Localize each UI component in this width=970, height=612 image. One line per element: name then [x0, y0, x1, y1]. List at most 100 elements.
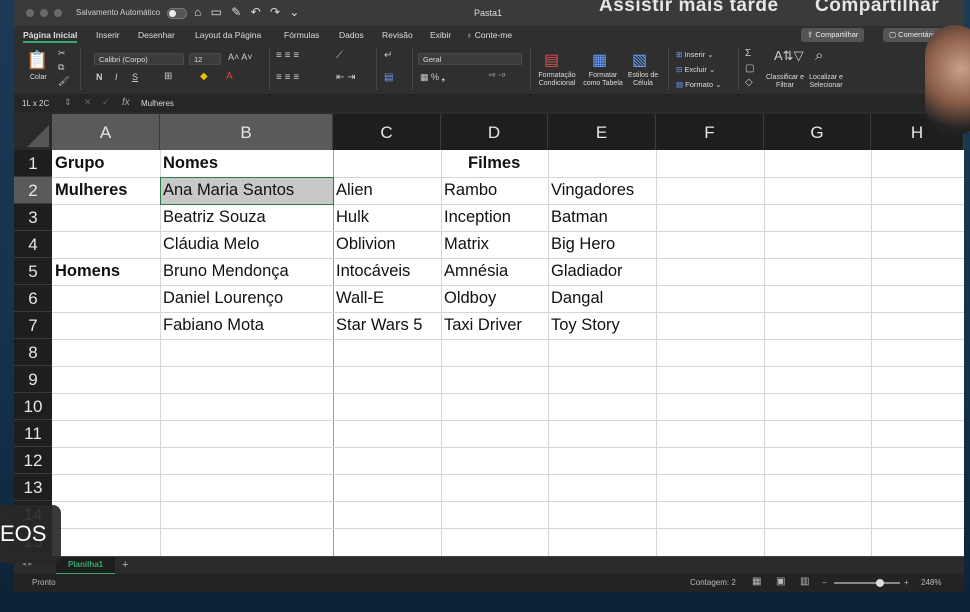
cell-c4[interactable]: Oblivion [333, 235, 396, 254]
format-table-icon[interactable]: ▦ [592, 50, 607, 70]
row-header-4[interactable]: 4 [14, 231, 52, 258]
autosum-icon[interactable]: Σ [745, 48, 751, 59]
view-normal-icon[interactable]: ▦ [752, 576, 761, 587]
cell-c2[interactable]: Alien [333, 181, 373, 200]
column-header-f[interactable]: F [656, 114, 764, 150]
zoom-slider[interactable] [834, 582, 900, 584]
clear-icon[interactable]: ◇ [745, 77, 753, 88]
cell-d4[interactable]: Matrix [441, 235, 489, 254]
view-page-layout-icon[interactable]: ▣ [776, 576, 785, 587]
delete-cells-button[interactable]: ⊟ Excluir ⌄ [676, 65, 715, 74]
bold-button[interactable]: N [96, 72, 103, 82]
cell-c7[interactable]: Star Wars 5 [333, 316, 423, 335]
column-header-g[interactable]: G [764, 114, 871, 150]
add-sheet-icon[interactable]: + [122, 559, 128, 571]
copy-icon[interactable]: ⧉ [58, 62, 64, 73]
share-overlay[interactable]: Compartilhar [815, 0, 939, 17]
column-header-d[interactable]: D [441, 114, 548, 150]
row-header-9[interactable]: 9 [14, 366, 52, 393]
cell-b7[interactable]: Fabiano Mota [160, 316, 264, 335]
paste-label[interactable]: Colar [30, 74, 47, 81]
tab-formulas[interactable]: Fórmulas [284, 30, 319, 40]
cell-c5[interactable]: Intocáveis [333, 262, 410, 281]
cell-c1-merged[interactable]: Filmes [465, 154, 520, 173]
insert-function-icon[interactable]: fx [122, 97, 130, 108]
cell-d7[interactable]: Taxi Driver [441, 316, 522, 335]
indent-icon[interactable]: ⇤ ⇥ [336, 72, 356, 83]
select-all-corner[interactable] [14, 114, 52, 150]
cell-b6[interactable]: Daniel Lourenço [160, 289, 283, 308]
tab-view[interactable]: Exibir [430, 30, 451, 40]
cell-a1[interactable]: Grupo [52, 154, 105, 173]
decimal-icon[interactable]: ⁺⁰ ⁻⁰ [488, 72, 505, 81]
align-top-icon[interactable]: ≡ ≡ ≡ [276, 50, 299, 61]
cell-a2[interactable]: Mulheres [52, 181, 127, 200]
cell-c6[interactable]: Wall-E [333, 289, 384, 308]
font-size-select[interactable]: 12 [189, 53, 221, 65]
column-header-e[interactable]: E [548, 114, 656, 150]
cell-d6[interactable]: Oldboy [441, 289, 496, 308]
row-header-3[interactable]: 3 [14, 204, 52, 231]
align-left-icon[interactable]: ≡ ≡ ≡ [276, 72, 299, 83]
tell-me-search[interactable]: ♁ Conte-me [466, 30, 512, 40]
cell-e7[interactable]: Toy Story [548, 316, 620, 335]
zoom-slider-handle[interactable] [876, 579, 884, 587]
cell-e5[interactable]: Gladiador [548, 262, 623, 281]
cut-icon[interactable]: ✂ [58, 48, 66, 59]
formula-input[interactable]: Mulheres [141, 99, 174, 108]
cell-styles-icon[interactable]: ▧ [632, 50, 647, 70]
column-header-b[interactable]: B [160, 114, 333, 150]
column-header-a[interactable]: A [52, 114, 160, 150]
borders-icon[interactable]: ⊞ [164, 71, 172, 82]
underline-button[interactable]: S [132, 72, 138, 82]
tab-data[interactable]: Dados [339, 30, 364, 40]
confirm-icon[interactable]: ✓ [102, 97, 110, 108]
cell-e6[interactable]: Dangal [548, 289, 603, 308]
row-header-13[interactable]: 13 [14, 474, 52, 501]
namebox-stepper-icon[interactable]: ⇕ [64, 97, 72, 108]
row-header-7[interactable]: 7 [14, 312, 52, 339]
row-header-6[interactable]: 6 [14, 285, 52, 312]
minimize-window-button[interactable] [40, 9, 48, 17]
fill-color-icon[interactable]: ◆ [200, 71, 208, 82]
tab-home[interactable]: Página Inicial [23, 30, 78, 43]
row-header-1[interactable]: 1 [14, 150, 52, 177]
row-header-11[interactable]: 11 [14, 420, 52, 447]
zoom-out-icon[interactable]: − [822, 578, 827, 587]
zoom-in-icon[interactable]: + [904, 578, 909, 587]
sort-filter-icon[interactable]: A⇅▽ [774, 48, 804, 64]
merge-center-icon[interactable]: ▤ [384, 72, 393, 83]
cancel-icon[interactable]: ✕ [84, 97, 92, 108]
spreadsheet-grid[interactable]: A B C D E F G H 1 2 3 4 5 6 7 8 9 10 11 … [14, 114, 964, 556]
cell-b5[interactable]: Bruno Mendonça [160, 262, 289, 281]
sort-filter-label[interactable]: Classificar e Filtrar [765, 74, 805, 90]
watch-later-overlay[interactable]: Assistir mais tarde [599, 0, 779, 17]
cell-b1[interactable]: Nomes [160, 154, 218, 173]
cell-a5[interactable]: Homens [52, 262, 120, 281]
cell-d3[interactable]: Inception [441, 208, 511, 227]
currency-icon[interactable]: ▦ % ❟ [420, 72, 445, 83]
row-header-12[interactable]: 12 [14, 447, 52, 474]
format-table-label[interactable]: Formatar como Tabela [580, 72, 626, 88]
share-button[interactable]: ⇪ Compartilhar [801, 28, 865, 42]
name-box[interactable]: 1L x 2C [22, 99, 49, 108]
tab-page-layout[interactable]: Layout da Página [195, 30, 261, 40]
tab-draw[interactable]: Desenhar [138, 30, 175, 40]
cell-e2[interactable]: Vingadores [548, 181, 634, 200]
find-icon[interactable]: ⌕ [815, 47, 823, 64]
cell-b4[interactable]: Cláudia Melo [160, 235, 259, 254]
row-header-5[interactable]: 5 [14, 258, 52, 285]
paste-icon[interactable]: 📋 [26, 50, 48, 71]
font-color-icon[interactable]: A [226, 71, 233, 82]
row-header-10[interactable]: 10 [14, 393, 52, 420]
orientation-icon[interactable]: ⟋ [336, 50, 343, 61]
cell-b3[interactable]: Beatriz Souza [160, 208, 266, 227]
font-name-select[interactable]: Calibri (Corpo) [94, 53, 184, 65]
cell-e4[interactable]: Big Hero [548, 235, 615, 254]
format-cells-button[interactable]: ▤ Formato ⌄ [676, 80, 721, 89]
italic-button[interactable]: I [115, 72, 118, 82]
cell-d2[interactable]: Rambo [441, 181, 497, 200]
cell-c3[interactable]: Hulk [333, 208, 369, 227]
row-header-8[interactable]: 8 [14, 339, 52, 366]
tab-insert[interactable]: Inserir [96, 30, 120, 40]
